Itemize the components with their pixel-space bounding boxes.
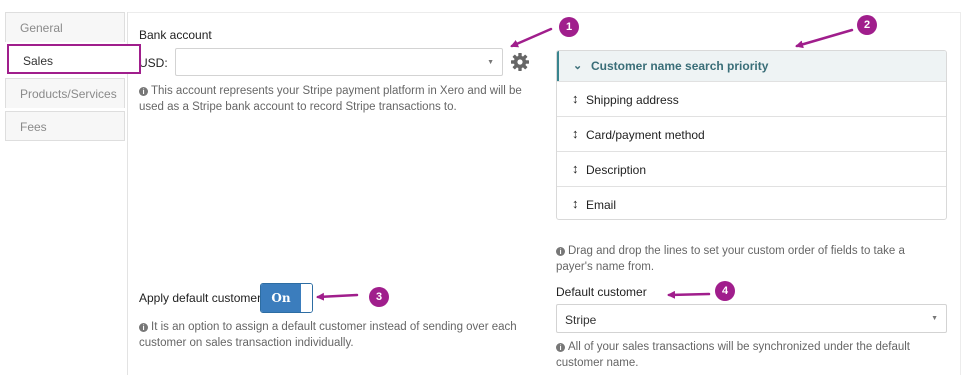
callout-badge-4: 4 — [715, 281, 735, 301]
callout-arrow-3 — [316, 292, 359, 301]
callout-arrows — [316, 27, 854, 301]
nav-item-sales[interactable]: Sales — [7, 44, 141, 74]
callout-badge-2: 2 — [857, 15, 877, 35]
callout-arrow-4 — [667, 290, 711, 299]
callout-badge-3: 3 — [369, 287, 389, 307]
callout-arrow-2 — [795, 28, 854, 49]
callout-badge-1: 1 — [559, 17, 579, 37]
callout-arrow-1 — [510, 27, 553, 48]
